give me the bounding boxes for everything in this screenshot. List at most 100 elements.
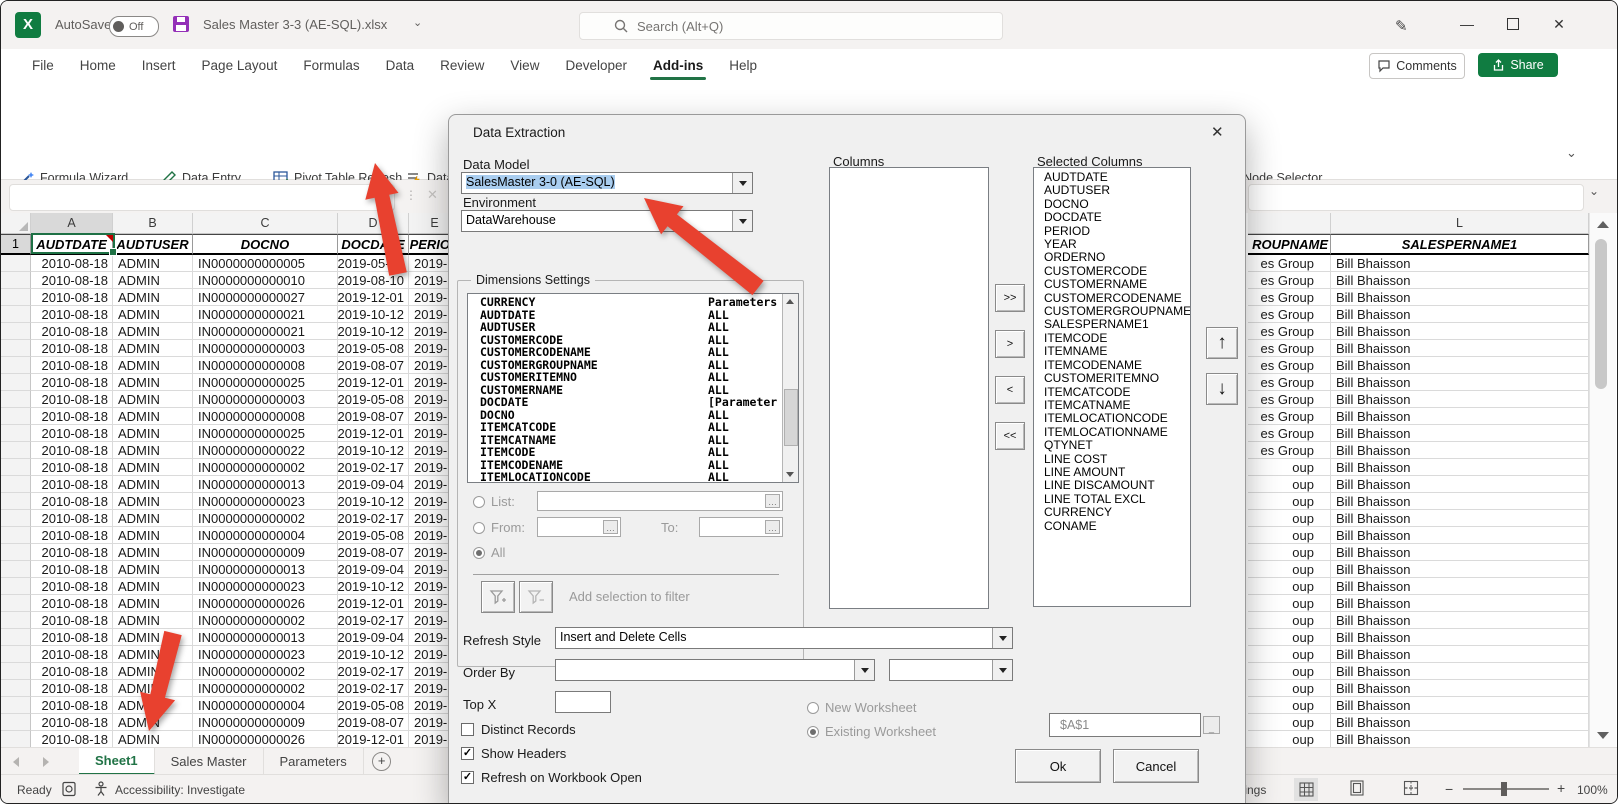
cell-audtdate[interactable]: 2010-08-18: [31, 680, 113, 697]
cell-audtdate[interactable]: 2010-08-18: [31, 476, 113, 493]
sheet-tab-sheet1[interactable]: Sheet1: [79, 748, 155, 775]
cell-salesperson[interactable]: Bill Bhaisson: [1331, 425, 1589, 442]
cell-audtdate[interactable]: 2010-08-18: [31, 697, 113, 714]
cell-customergroup-fragment[interactable]: es Group: [1248, 272, 1331, 289]
cell-audtuser[interactable]: ADMIN: [113, 306, 193, 323]
remove-filter-button[interactable]: [519, 581, 553, 613]
cell-customergroup-fragment[interactable]: es Group: [1248, 408, 1331, 425]
dimension-row[interactable]: CUSTOMERITEMNOALL: [468, 371, 798, 384]
cell-docdate[interactable]: 2019-02-17: [338, 612, 409, 629]
cell-customergroup-fragment[interactable]: oup: [1248, 561, 1331, 578]
vertical-scroll-thumb[interactable]: [1595, 239, 1607, 389]
selected-column-item[interactable]: LINE COST: [1034, 453, 1190, 466]
cell-salesperson[interactable]: Bill Bhaisson: [1331, 476, 1589, 493]
selected-column-item[interactable]: YEAR: [1034, 238, 1190, 251]
cell-docdate[interactable]: 2019-12-01: [338, 731, 409, 748]
distinct-records-checkbox[interactable]: [461, 723, 474, 736]
refresh-style-select[interactable]: Insert and Delete Cells: [555, 627, 1013, 649]
cell-docdate[interactable]: 2019-10-12: [338, 578, 409, 595]
cell-salesperson[interactable]: Bill Bhaisson: [1331, 714, 1589, 731]
selected-column-item[interactable]: CURRENCY: [1034, 506, 1190, 519]
selected-column-item[interactable]: PERIOD: [1034, 225, 1190, 238]
cell-customergroup-fragment[interactable]: oup: [1248, 731, 1331, 748]
status-accessibility[interactable]: Accessibility: Investigate: [115, 783, 245, 797]
cell-docno[interactable]: IN0000000000025: [193, 425, 338, 442]
cell-audtuser[interactable]: ADMIN: [113, 408, 193, 425]
cell-audtdate[interactable]: 2010-08-18: [31, 544, 113, 561]
header-cell-docno[interactable]: DOCNO: [193, 234, 338, 255]
dimension-row[interactable]: AUDTUSERALL: [468, 321, 798, 334]
dimension-row[interactable]: ITEMLOCATIONCODEALL: [468, 471, 798, 483]
cell-audtuser[interactable]: ADMIN: [113, 289, 193, 306]
selected-column-item[interactable]: LINE AMOUNT: [1034, 466, 1190, 479]
cell-docno[interactable]: IN0000000000003: [193, 340, 338, 357]
cell-docno[interactable]: IN0000000000008: [193, 408, 338, 425]
cell-docdate[interactable]: 2019-08-07: [338, 544, 409, 561]
dimension-row[interactable]: CURRENCYParameters: [468, 296, 798, 309]
selected-column-item[interactable]: QTYNET: [1034, 439, 1190, 452]
zoom-slider-thumb[interactable]: [1501, 782, 1507, 796]
cell-customergroup-fragment[interactable]: oup: [1248, 459, 1331, 476]
cell-audtuser[interactable]: ADMIN: [113, 255, 193, 272]
dims-scroll-thumb[interactable]: [784, 389, 798, 446]
pen-icon[interactable]: ✎: [1395, 17, 1408, 35]
tab-scroll-right-icon[interactable]: [31, 748, 61, 775]
cell-salesperson[interactable]: Bill Bhaisson: [1331, 544, 1589, 561]
cell-audtdate[interactable]: 2010-08-18: [31, 578, 113, 595]
menu-tab-add-ins[interactable]: Add-ins: [640, 49, 716, 81]
environment-dropdown-icon[interactable]: [732, 211, 752, 231]
cell-audtdate[interactable]: 2010-08-18: [31, 561, 113, 578]
selected-column-item[interactable]: LINE DISCAMOUNT: [1034, 479, 1190, 492]
macro-record-icon[interactable]: [61, 781, 77, 797]
cell-audtdate[interactable]: 2010-08-18: [31, 374, 113, 391]
selected-column-item[interactable]: ITEMCODE: [1034, 332, 1190, 345]
formula-bar-fragment[interactable]: [1248, 184, 1584, 211]
cell-docno[interactable]: IN0000000000013: [193, 561, 338, 578]
cell-customergroup-fragment[interactable]: es Group: [1248, 425, 1331, 442]
add-filter-button[interactable]: [481, 581, 515, 613]
cell-audtdate[interactable]: 2010-08-18: [31, 595, 113, 612]
page-layout-view-button[interactable]: [1349, 780, 1365, 799]
cell-audtuser[interactable]: ADMIN: [113, 697, 193, 714]
dimension-row[interactable]: ITEMCODEALL: [468, 446, 798, 459]
cell-audtdate[interactable]: 2010-08-18: [31, 255, 113, 272]
scroll-up-icon[interactable]: [1597, 221, 1609, 228]
cell-docdate[interactable]: 2019-05-13: [338, 255, 409, 272]
cell-docno[interactable]: IN0000000000013: [193, 629, 338, 646]
menu-tab-file[interactable]: File: [19, 49, 67, 81]
cell-audtdate[interactable]: 2010-08-18: [31, 306, 113, 323]
select-all-corner[interactable]: [1, 213, 31, 234]
cell-docdate[interactable]: 2019-10-12: [338, 323, 409, 340]
cell-docdate[interactable]: 2019-08-07: [338, 714, 409, 731]
menu-tab-formulas[interactable]: Formulas: [290, 49, 372, 81]
existing-worksheet-radio[interactable]: [807, 726, 819, 738]
ok-button[interactable]: Ok: [1015, 749, 1101, 783]
column-letter-k-clipped[interactable]: [1248, 213, 1331, 234]
cell-docno[interactable]: IN0000000000026: [193, 731, 338, 748]
cell-audtuser[interactable]: ADMIN: [113, 510, 193, 527]
cell-audtdate[interactable]: 2010-08-18: [31, 646, 113, 663]
cell-audtuser[interactable]: ADMIN: [113, 629, 193, 646]
cell-salesperson[interactable]: Bill Bhaisson: [1331, 527, 1589, 544]
cell-salesperson[interactable]: Bill Bhaisson: [1331, 612, 1589, 629]
dims-scroll-down-icon[interactable]: [786, 472, 794, 477]
move-left-button[interactable]: <: [995, 376, 1025, 404]
cell-docdate[interactable]: 2019-12-01: [338, 425, 409, 442]
cell-audtuser[interactable]: ADMIN: [113, 323, 193, 340]
cancel-entry-icon[interactable]: ✕: [427, 187, 438, 203]
dimension-row[interactable]: CUSTOMERCODENAMEALL: [468, 346, 798, 359]
cell-customergroup-fragment[interactable]: es Group: [1248, 323, 1331, 340]
cell-audtuser[interactable]: ADMIN: [113, 527, 193, 544]
cell-salesperson[interactable]: Bill Bhaisson: [1331, 323, 1589, 340]
cell-docdate[interactable]: 2019-02-17: [338, 663, 409, 680]
cell-docno[interactable]: IN0000000000004: [193, 697, 338, 714]
zoom-out-button[interactable]: −: [1445, 781, 1453, 797]
page-break-view-button[interactable]: [1403, 780, 1419, 799]
cell-docno[interactable]: IN0000000000003: [193, 391, 338, 408]
header-cell-docdate[interactable]: DOCDATE: [338, 234, 409, 255]
column-letter-b[interactable]: B: [113, 213, 193, 234]
selected-column-item[interactable]: ITEMLOCATIONCODE: [1034, 412, 1190, 425]
cell-salesperson[interactable]: Bill Bhaisson: [1331, 408, 1589, 425]
selected-column-item[interactable]: ITEMLOCATIONNAME: [1034, 426, 1190, 439]
cell-salesperson[interactable]: Bill Bhaisson: [1331, 697, 1589, 714]
